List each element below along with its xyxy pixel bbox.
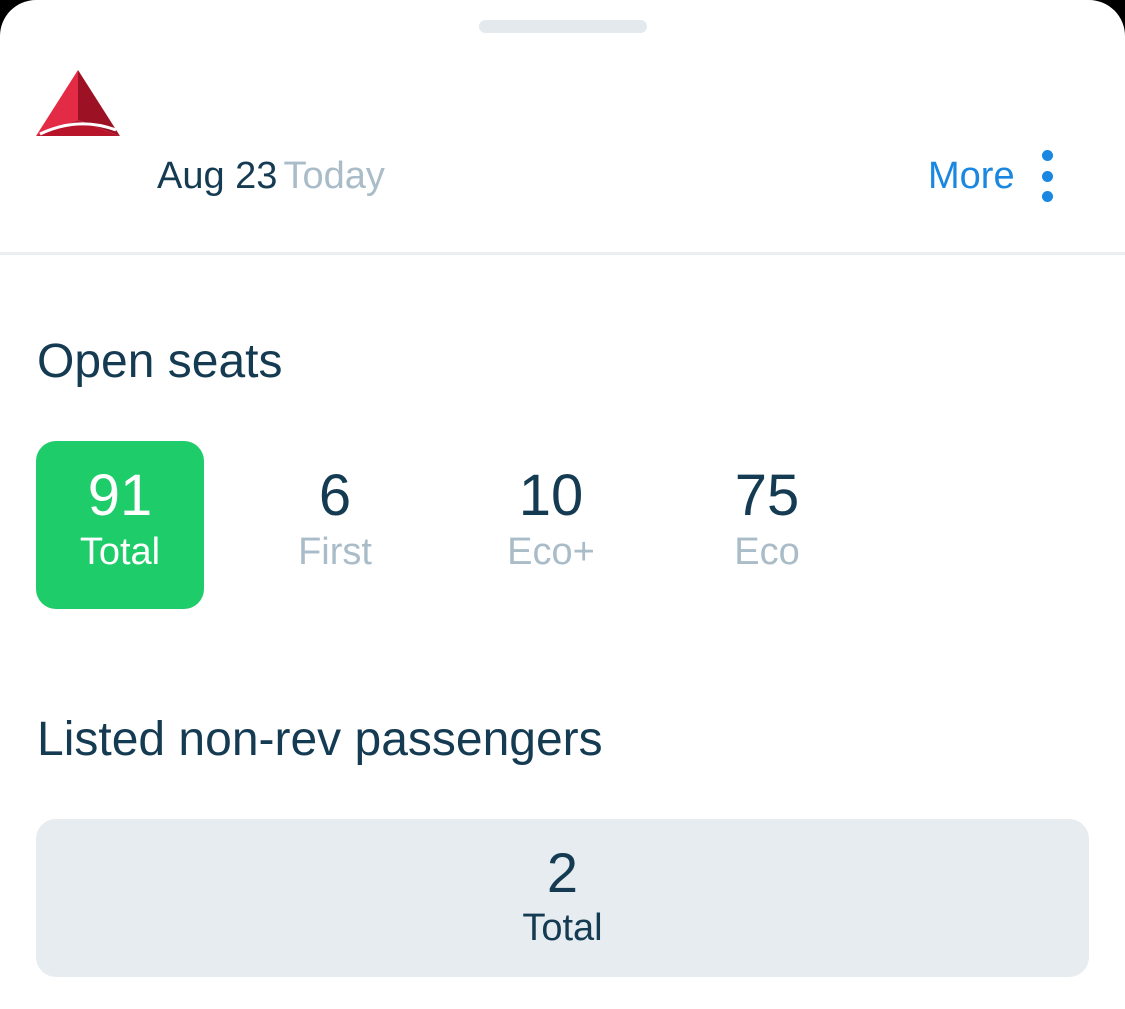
date-relative-label: Today [283, 155, 385, 197]
kebab-menu-icon [1041, 150, 1055, 202]
seat-count-value: 10 [518, 463, 584, 528]
seat-count-label: Eco+ [507, 531, 595, 573]
seat-count-value: 91 [87, 463, 153, 528]
flight-date: Aug 23 Today [157, 152, 385, 200]
header-divider [0, 252, 1125, 255]
seat-tab-eco-plus[interactable]: 10 Eco+ [467, 441, 635, 609]
seat-tab-eco[interactable]: 75 Eco [683, 441, 851, 609]
seat-count-value: 75 [734, 463, 800, 528]
more-button[interactable]: More [928, 146, 1055, 206]
seat-count-label: Total [79, 531, 161, 573]
non-rev-total-value: 2 [546, 841, 579, 904]
non-rev-total-label: Total [522, 907, 603, 949]
airline-logo-icon [34, 68, 122, 140]
more-button-label: More [928, 155, 1015, 197]
seat-count-value: 6 [318, 463, 352, 528]
non-rev-total-card[interactable]: 2 Total [36, 819, 1089, 977]
seat-tab-total[interactable]: 91 Total [36, 441, 204, 609]
seat-tab-first[interactable]: 6 First [251, 441, 419, 609]
date-label: Aug 23 [157, 155, 278, 197]
sheet-grabber-handle[interactable] [479, 20, 647, 33]
bottom-sheet: Aug 23 Today More Open seats 91 Total 6 F… [0, 0, 1125, 1009]
open-seats-title: Open seats [37, 335, 283, 388]
seat-count-label: First [298, 531, 372, 573]
seat-count-label: Eco [734, 531, 800, 573]
non-rev-passengers-title: Listed non-rev passengers [37, 713, 603, 766]
